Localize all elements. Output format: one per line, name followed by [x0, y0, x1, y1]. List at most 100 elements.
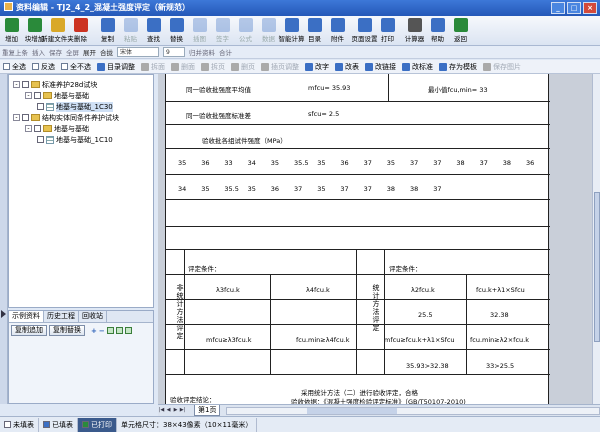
r-v1[interactable]: 25.5 [418, 311, 432, 319]
format-item-4[interactable]: 展开 [83, 47, 96, 57]
add-icon[interactable]: + [91, 327, 97, 335]
strength-value[interactable]: 34 [248, 159, 256, 167]
first-sheet-icon[interactable]: |◀ [158, 407, 165, 414]
toolbar-button-8[interactable]: 替换 [165, 16, 188, 46]
expand-arrow-icon[interactable] [1, 310, 6, 318]
format-item-3[interactable]: 全屏 [66, 47, 79, 57]
maximize-button[interactable]: □ [567, 2, 581, 14]
expand-icon[interactable]: - [25, 125, 32, 132]
strength-value[interactable]: 38 [456, 159, 464, 167]
tree-item-1[interactable]: - 地基与基础 [25, 90, 89, 101]
strength-value[interactable]: 37 [364, 185, 372, 193]
action-13[interactable]: 存为模板 [436, 60, 480, 74]
tree-checkbox[interactable] [34, 125, 41, 132]
select-invert-icon[interactable] [115, 327, 123, 334]
toolbar-button-3[interactable]: 删除 [69, 16, 92, 46]
status-item-0[interactable]: 未填表 [0, 417, 39, 432]
tree-checkbox[interactable] [22, 81, 29, 88]
tree-item-5[interactable]: 地基与基础_1C10 [37, 134, 113, 145]
strength-value[interactable]: 37 [294, 185, 302, 193]
copy-add-button[interactable]: 复制追加 [11, 325, 47, 336]
minimize-button[interactable]: _ [551, 2, 565, 14]
toolbar-button-14[interactable]: 目录 [303, 16, 326, 46]
strength-value[interactable]: 37 [364, 159, 372, 167]
action-checkbox-1[interactable] [32, 63, 39, 70]
toolbar-button-20[interactable]: 计算器 [403, 16, 426, 46]
tree-item-2[interactable]: 地基与基础_1C30 [37, 101, 113, 112]
toolbar-button-17[interactable]: 页面设置 [352, 16, 378, 46]
action-5[interactable]: 删面 [168, 60, 198, 74]
action-0[interactable]: 全选 [0, 60, 29, 74]
expand-icon[interactable]: - [25, 92, 32, 99]
toolbar-button-2[interactable]: 新建文件夹 [41, 16, 74, 46]
select-none-icon[interactable] [124, 327, 132, 334]
conclusion-line2[interactable]: 验收依据：《混凝土强度检验评定标准》（GB/T50107-2010) [291, 396, 466, 404]
toolbar-button-9[interactable]: 插图 [188, 16, 211, 46]
toolbar-button-12[interactable]: 数据 [257, 16, 280, 46]
panel-tab-1[interactable]: 历史工程 [44, 311, 79, 322]
action-1[interactable]: 反选 [29, 60, 58, 74]
action-7[interactable]: 删页 [228, 60, 258, 74]
horizontal-scrollbar[interactable] [226, 406, 600, 415]
action-checkbox-2[interactable] [61, 63, 68, 70]
toolbar-button-15[interactable]: 附件 [326, 16, 349, 46]
strength-value[interactable]: 36 [271, 185, 279, 193]
format-item-6[interactable]: 归并资料 [189, 47, 215, 57]
strength-value[interactable]: 35 [178, 159, 186, 167]
tree-item-3[interactable]: - 结构实体同条件养护试块 [13, 112, 119, 123]
strength-value[interactable]: 35 [387, 159, 395, 167]
action-9[interactable]: 改字 [302, 60, 332, 74]
tree-checkbox[interactable] [37, 136, 44, 143]
strength-value[interactable]: 35 [201, 185, 209, 193]
strength-value[interactable]: 38 [387, 185, 395, 193]
tree-checkbox[interactable] [37, 103, 44, 110]
toolbar-button-11[interactable]: 公式 [234, 16, 257, 46]
tree-item-0[interactable]: - 标准养护28d试块 [13, 79, 97, 90]
r-r1[interactable]: 35.93>32.38 [406, 362, 449, 370]
format-item-1[interactable]: 插入 [32, 47, 45, 57]
action-6[interactable]: 拆页 [198, 60, 228, 74]
status-item-1[interactable]: 已填表 [39, 417, 78, 432]
strength-value[interactable]: 38 [503, 159, 511, 167]
strength-value[interactable]: 36 [526, 159, 534, 167]
strength-value[interactable]: 35 [317, 159, 325, 167]
action-checkbox-0[interactable] [3, 63, 10, 70]
action-14[interactable]: 保存图片 [480, 60, 524, 74]
strength-value[interactable]: 37 [480, 159, 488, 167]
strength-value[interactable]: 35 [248, 185, 256, 193]
status-item-2[interactable]: 已打印 [78, 417, 117, 432]
strength-value[interactable]: 37 [340, 185, 348, 193]
action-11[interactable]: 改链接 [362, 60, 399, 74]
hscroll-thumb[interactable] [307, 407, 398, 414]
format-item-0[interactable]: 重复上条 [2, 47, 28, 57]
std-formula[interactable]: sfcu= 2.5 [308, 110, 339, 118]
strength-value[interactable]: 35.5 [224, 185, 238, 193]
vertical-scrollbar[interactable] [592, 74, 600, 404]
strength-value[interactable]: 37 [433, 159, 441, 167]
tree-checkbox[interactable] [22, 114, 29, 121]
toolbar-button-7[interactable]: 查找 [142, 16, 165, 46]
strength-value[interactable]: 33 [224, 159, 232, 167]
r-v2[interactable]: 32.38 [490, 311, 509, 319]
min-value[interactable]: 最小值fcu,min= 33 [428, 84, 488, 94]
format-item-7[interactable]: 合计 [219, 47, 232, 57]
tree-item-4[interactable]: - 地基与基础 [25, 123, 89, 134]
close-button[interactable]: × [583, 2, 597, 14]
strength-value[interactable]: 34 [178, 185, 186, 193]
strength-value[interactable]: 38 [410, 185, 418, 193]
strength-value[interactable]: 35 [317, 185, 325, 193]
strength-value[interactable]: 36 [201, 159, 209, 167]
last-sheet-icon[interactable]: ▶| [179, 407, 186, 414]
strength-value[interactable]: 35 [271, 159, 279, 167]
toolbar-button-13[interactable]: 智能计算 [279, 16, 305, 46]
expand-icon[interactable]: - [13, 114, 20, 121]
action-4[interactable]: 拆面 [138, 60, 168, 74]
next-sheet-icon[interactable]: ▶ [172, 407, 179, 414]
panel-tab-2[interactable]: 回收站 [79, 311, 107, 322]
action-8[interactable]: 插页调整 [258, 60, 302, 74]
prev-sheet-icon[interactable]: ◀ [165, 407, 172, 414]
scroll-thumb[interactable] [594, 192, 600, 342]
toolbar-button-0[interactable]: 增加 [0, 16, 23, 46]
action-12[interactable]: 改标准 [399, 60, 436, 74]
toolbar-button-18[interactable]: 打印 [376, 16, 399, 46]
